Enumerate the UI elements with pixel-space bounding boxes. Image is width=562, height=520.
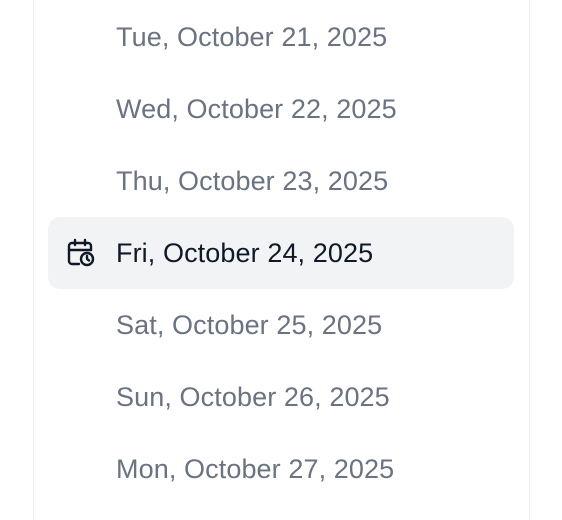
date-option-label: Thu, October 23, 2025: [116, 165, 389, 196]
date-option-oct-27[interactable]: Mon, October 27, 2025: [48, 433, 514, 505]
date-option-label: Mon, October 27, 2025: [116, 453, 395, 484]
date-option-oct-23[interactable]: Thu, October 23, 2025: [48, 145, 514, 217]
date-option-oct-25[interactable]: Sat, October 25, 2025: [48, 289, 514, 361]
date-option-label: Sat, October 25, 2025: [116, 309, 383, 340]
date-option-oct-26[interactable]: Sun, October 26, 2025: [48, 361, 514, 433]
date-option-label: Fri, October 24, 2025: [116, 237, 374, 268]
date-option-label: Wed, October 22, 2025: [116, 93, 397, 124]
date-option-oct-22[interactable]: Wed, October 22, 2025: [48, 73, 514, 145]
date-list: Tue, October 21, 2025 Wed, October 22, 2…: [48, 1, 514, 505]
date-option-label: Tue, October 21, 2025: [116, 21, 388, 52]
date-option-oct-21[interactable]: Tue, October 21, 2025: [48, 1, 514, 73]
date-option-oct-24[interactable]: Fri, October 24, 2025: [48, 217, 514, 289]
calendar-clock-icon: [65, 237, 97, 269]
date-option-label: Sun, October 26, 2025: [116, 381, 390, 412]
